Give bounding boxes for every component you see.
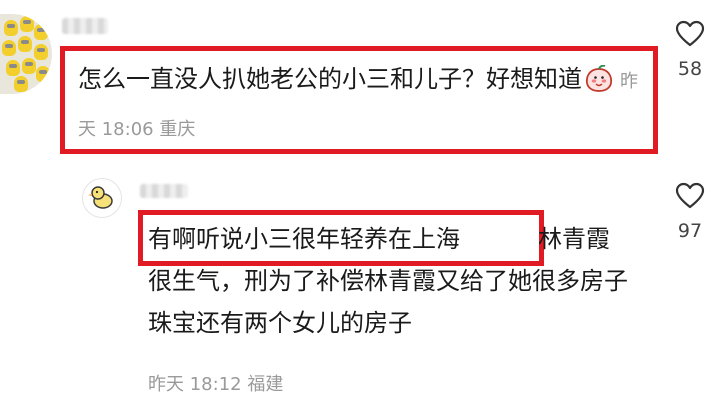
peach-emoji-icon [584,64,614,106]
comment-like-count: 58 [677,58,703,80]
replier-username-blurred[interactable] [140,184,188,198]
duck-avatar-icon [88,186,113,209]
comment-like-button[interactable]: 58 [660,20,720,80]
reply-time: 昨天 18:12 [148,374,242,395]
comment-body: 怎么一直没人扒她老公的小三和儿子？好想知道 昨天 18:06 重庆 [78,58,648,151]
reply-body: 有啊听说小三很年轻养在上海 林青霞很生气，刑为了补偿林青霞又给了她很多房子珠宝还有… [148,218,628,344]
reply-meta: 昨天 18:12 福建 [148,370,283,396]
reply-like-count: 97 [677,220,703,242]
reply-location: 福建 [247,374,284,395]
comment-text: 怎么一直没人扒她老公的小三和儿子？好想知道 [78,65,582,93]
comment-location: 重庆 [159,119,196,140]
commenter-avatar[interactable] [0,14,52,94]
reply-text-highlighted: 有啊听说小三很年轻养在上海 [148,225,460,253]
commenter-username-blurred[interactable] [62,18,108,34]
replier-avatar[interactable] [82,178,122,218]
heart-icon[interactable] [675,20,705,48]
heart-icon[interactable] [675,182,705,210]
reply-like-button[interactable]: 97 [660,182,720,242]
